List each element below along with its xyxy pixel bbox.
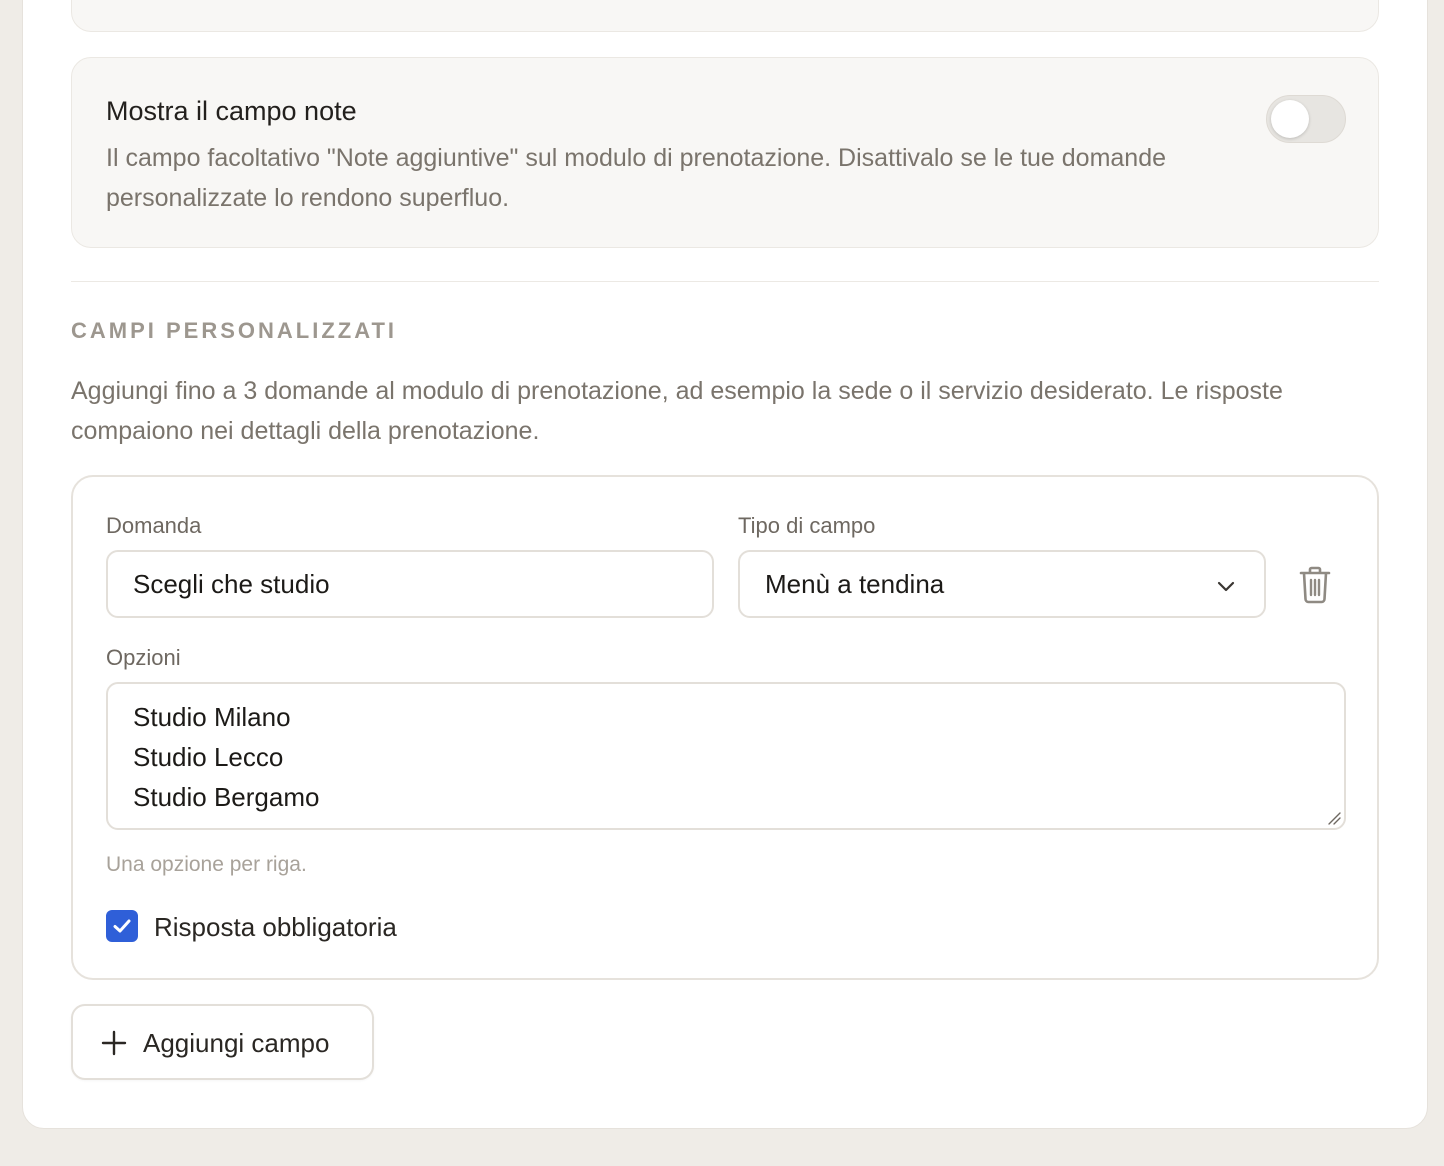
field-type-value: Menù a tendina	[765, 569, 945, 599]
field-type-label: Tipo di campo	[738, 513, 876, 538]
question-label: Domanda	[106, 513, 202, 538]
required-checkbox-label[interactable]: Risposta obbligatoria	[154, 912, 397, 943]
add-field-button[interactable]: Aggiungi campo	[71, 1004, 374, 1080]
option-line: Studio Lecco	[133, 742, 284, 772]
options-label: Opzioni	[106, 645, 181, 670]
notes-setting-description: Il campo facoltativo "Note aggiuntive" s…	[106, 144, 1167, 212]
custom-field-card: Domanda Tipo di campo Menù a tendina Opz…	[71, 475, 1379, 980]
options-hint: Una opzione per riga.	[106, 853, 307, 876]
options-textarea[interactable]: Studio Milano Studio Lecco Studio Bergam…	[106, 682, 1346, 830]
custom-fields-heading: CAMPI PERSONALIZZATI	[71, 318, 398, 343]
option-line: Studio Bergamo	[133, 782, 320, 812]
notes-toggle[interactable]	[1266, 95, 1346, 143]
option-line: Studio Milano	[133, 702, 291, 732]
required-checkbox[interactable]	[106, 910, 138, 942]
notes-setting-title: Mostra il campo note	[106, 96, 357, 126]
chevron-down-icon	[1217, 581, 1235, 592]
check-icon	[113, 919, 131, 933]
custom-fields-description: Aggiungi fino a 3 domande al modulo di p…	[71, 377, 1283, 445]
resize-handle-icon[interactable]	[1326, 810, 1342, 826]
add-field-label: Aggiungi campo	[143, 1028, 330, 1058]
section-divider	[71, 281, 1379, 282]
previous-setting-card	[71, 0, 1379, 32]
notes-setting-card: Mostra il campo note Il campo facoltativ…	[71, 57, 1379, 248]
toggle-knob	[1271, 100, 1309, 138]
field-type-select[interactable]: Menù a tendina	[738, 550, 1266, 618]
trash-icon[interactable]	[1297, 565, 1333, 605]
question-input[interactable]	[106, 550, 714, 618]
plus-icon	[101, 1030, 127, 1056]
